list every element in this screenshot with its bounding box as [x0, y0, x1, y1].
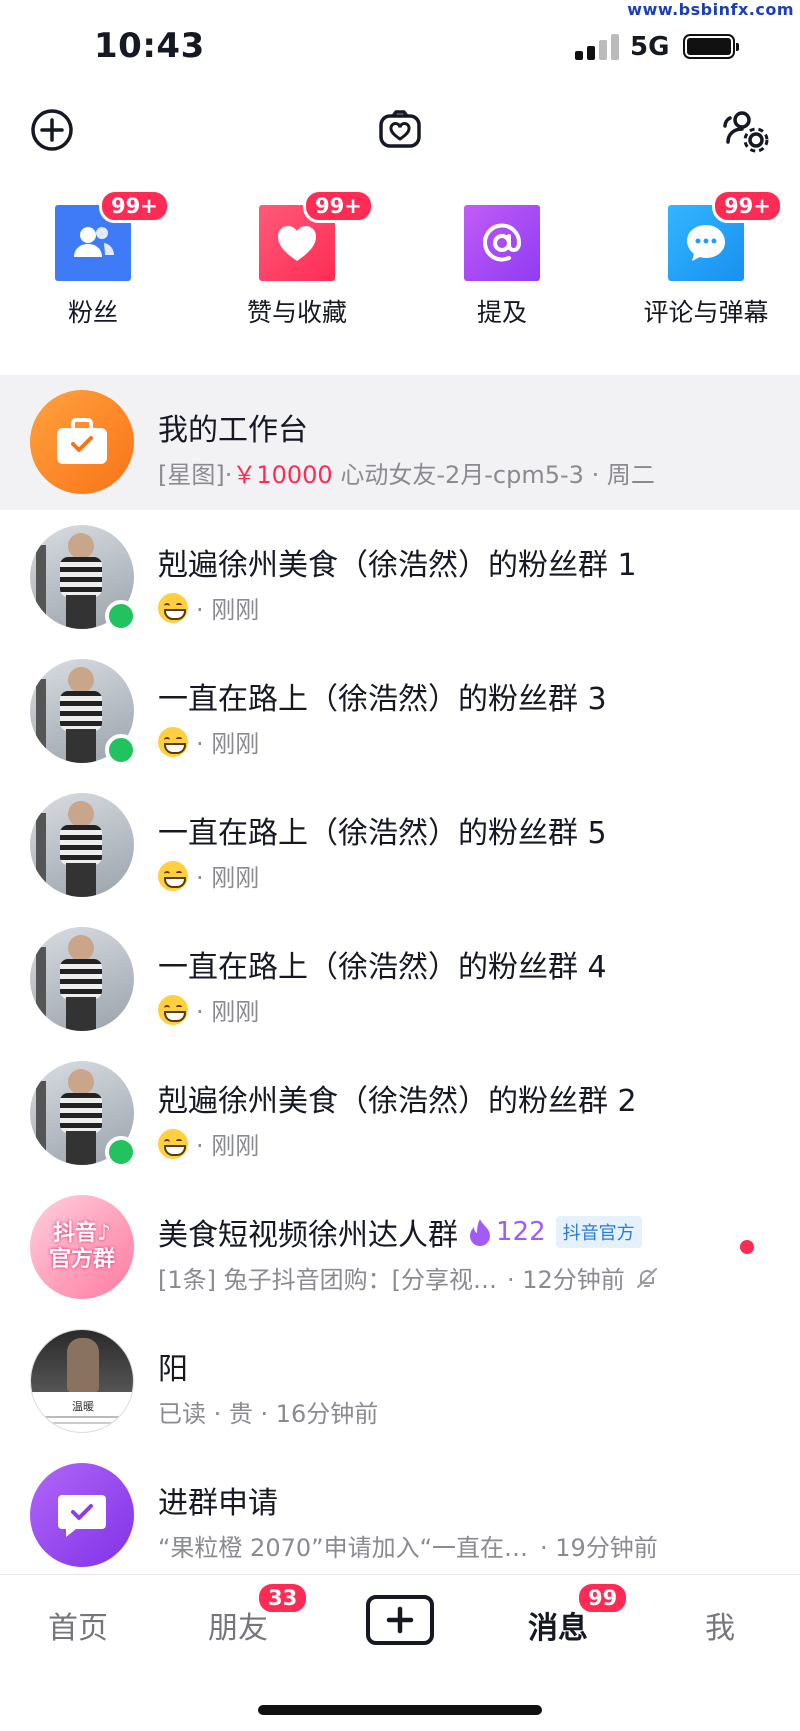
nav-me[interactable]: 我: [705, 1603, 735, 1647]
official-group-title: 美食短视频徐州达人群: [158, 1218, 458, 1253]
workbench-sub-rest: 心动女友-2月-cpm5-3 · 周二: [332, 461, 655, 489]
notification-categories: 99+ 粉丝 99+ 赞与收藏 提及 99+ 评论与弹幕: [0, 189, 800, 335]
conversation-time: · 刚刚: [196, 730, 260, 758]
conversation-row[interactable]: 一直在路上（徐浩然）的粉丝群 3 · 刚刚: [0, 644, 800, 778]
conversation-official-group[interactable]: 抖音♪ 官方群 美食短视频徐州达人群 122 抖音官方 [1条] 兔子抖音团购：…: [0, 1180, 800, 1314]
comment-icon: 99+: [668, 189, 783, 281]
conversation-time: · 刚刚: [196, 998, 260, 1026]
conversation-preview: · 刚刚: [158, 1126, 259, 1161]
grin-emoji-icon: [158, 860, 188, 891]
grin-emoji-icon: [158, 726, 188, 757]
yang-avatar: 温暖: [30, 1329, 134, 1433]
bottom-nav: 首页 朋友 33 消息 99 我: [0, 1574, 800, 1679]
status-bar: 10:43 5G: [0, 0, 800, 90]
official-tag: 抖音官方: [555, 1216, 642, 1248]
official-group-preview: [1条] 兔子抖音团购：[分享视…: [158, 1266, 497, 1294]
avatar-text-1: 抖音♪: [52, 1221, 112, 1246]
workbench-sub-price: ￥10000: [232, 461, 333, 489]
mute-bell-icon: [636, 1267, 657, 1288]
conversation-title: 剋遍徐州美食（徐浩然）的粉丝群 1: [158, 548, 637, 583]
heart-icon: 99+: [259, 189, 374, 281]
official-group-title-row: 美食短视频徐州达人群 122 抖音官方: [158, 1210, 642, 1254]
category-mentions-label: 提及: [476, 298, 527, 327]
category-comments-label: 评论与弹幕: [643, 298, 769, 327]
group-avatar: [30, 793, 134, 897]
official-group-count: 122: [496, 1217, 546, 1247]
conversation-title: 一直在路上（徐浩然）的粉丝群 3: [158, 682, 607, 717]
official-group-avatar: 抖音♪ 官方群: [30, 1195, 134, 1299]
conversation-row[interactable]: 一直在路上（徐浩然）的粉丝群 5 · 刚刚: [0, 778, 800, 912]
join-request-preview-row: “果粒橙 2070”申请加入“一直在… · 19分钟前: [158, 1528, 658, 1563]
grin-emoji-icon: [158, 1128, 188, 1159]
online-status-dot: [105, 734, 137, 766]
conversation-preview: · 刚刚: [158, 992, 259, 1027]
workbench-row[interactable]: 我的工作台 [星图]· ￥10000 心动女友-2月-cpm5-3 · 周二: [0, 375, 800, 510]
signal-icon: [575, 34, 621, 60]
fans-icon: 99+: [55, 189, 170, 281]
group-avatar: [30, 927, 134, 1031]
yang-title: 阳: [158, 1352, 188, 1387]
conversation-title: 一直在路上（徐浩然）的粉丝群 5: [158, 816, 607, 851]
conversation-title: 一直在路上（徐浩然）的粉丝群 4: [158, 950, 607, 985]
nav-messages[interactable]: 消息 99: [528, 1581, 630, 1647]
category-mentions[interactable]: 提及: [412, 205, 592, 329]
join-request-preview: “果粒橙 2070”申请加入“一直在…: [158, 1534, 529, 1562]
contacts-settings-icon[interactable]: [722, 106, 770, 154]
badge-fans: 99+: [99, 189, 170, 223]
category-likes[interactable]: 99+ 赞与收藏: [207, 189, 387, 329]
conversation-preview: · 刚刚: [158, 858, 259, 893]
official-group-time: · 12分钟前: [507, 1266, 625, 1294]
online-status-dot: [105, 1136, 137, 1168]
battery-icon: [683, 34, 739, 59]
conversation-yang[interactable]: 温暖 阳 已读 · 贵 · 16分钟前: [0, 1314, 800, 1448]
conversation-title: 剋遍徐州美食（徐浩然）的粉丝群 2: [158, 1084, 637, 1119]
nav-messages-label: 消息: [528, 1611, 588, 1646]
camera-heart-icon[interactable]: [376, 106, 424, 154]
nav-home[interactable]: 首页: [48, 1603, 108, 1647]
network-type: 5G: [630, 32, 670, 62]
nav-friends[interactable]: 朋友 33: [208, 1581, 310, 1647]
official-group-preview-row: [1条] 兔子抖音团购：[分享视… · 12分钟前: [158, 1260, 659, 1295]
category-fans[interactable]: 99+ 粉丝: [3, 189, 183, 329]
conversation-row[interactable]: 剋遍徐州美食（徐浩然）的粉丝群 1 · 刚刚: [0, 510, 800, 644]
badge-comments: 99+: [712, 189, 783, 223]
join-request-title: 进群申请: [158, 1486, 278, 1521]
workbench-subtitle: [星图]· ￥10000 心动女友-2月-cpm5-3 · 周二: [158, 455, 655, 490]
badge-likes: 99+: [303, 189, 374, 223]
nav-friends-label: 朋友: [208, 1611, 268, 1646]
add-circle-icon[interactable]: [28, 106, 76, 154]
at-icon: [464, 205, 540, 281]
avatar-text-2: 官方群: [48, 1247, 115, 1272]
conversation-time: · 刚刚: [196, 1132, 260, 1160]
grin-emoji-icon: [158, 592, 188, 623]
grin-emoji-icon: [158, 994, 188, 1025]
join-request-time: · 19分钟前: [540, 1534, 658, 1562]
nav-messages-badge: 99: [576, 1581, 630, 1615]
conversation-row[interactable]: 一直在路上（徐浩然）的粉丝群 4 · 刚刚: [0, 912, 800, 1046]
conversation-preview: · 刚刚: [158, 590, 259, 625]
briefcase-icon: [30, 390, 134, 494]
yang-avatar-caption: 温暖: [72, 1400, 94, 1413]
workbench-sub-prefix: [星图]·: [158, 461, 233, 489]
plus-icon: [386, 1606, 414, 1634]
unread-dot: [740, 1240, 754, 1254]
yang-preview: 已读 · 贵 · 16分钟前: [158, 1400, 379, 1428]
conversation-row[interactable]: 剋遍徐州美食（徐浩然）的粉丝群 2 · 刚刚: [0, 1046, 800, 1180]
workbench-title: 我的工作台: [158, 413, 308, 448]
category-comments[interactable]: 99+ 评论与弹幕: [616, 189, 796, 329]
conversation-preview: · 刚刚: [158, 724, 259, 759]
flame-icon: [470, 1219, 490, 1246]
category-fans-label: 粉丝: [67, 298, 118, 327]
chat-check-icon: [58, 1495, 106, 1537]
join-request-avatar: [30, 1463, 134, 1567]
conversation-time: · 刚刚: [196, 596, 260, 624]
category-likes-label: 赞与收藏: [246, 298, 347, 327]
online-status-dot: [105, 600, 137, 632]
conversation-time: · 刚刚: [196, 864, 260, 892]
status-time: 10:43: [94, 26, 205, 66]
create-button[interactable]: [366, 1595, 434, 1645]
home-indicator: [258, 1705, 542, 1715]
nav-friends-badge: 33: [256, 1581, 310, 1615]
conversation-join-request[interactable]: 进群申请 “果粒橙 2070”申请加入“一直在… · 19分钟前: [0, 1448, 800, 1582]
